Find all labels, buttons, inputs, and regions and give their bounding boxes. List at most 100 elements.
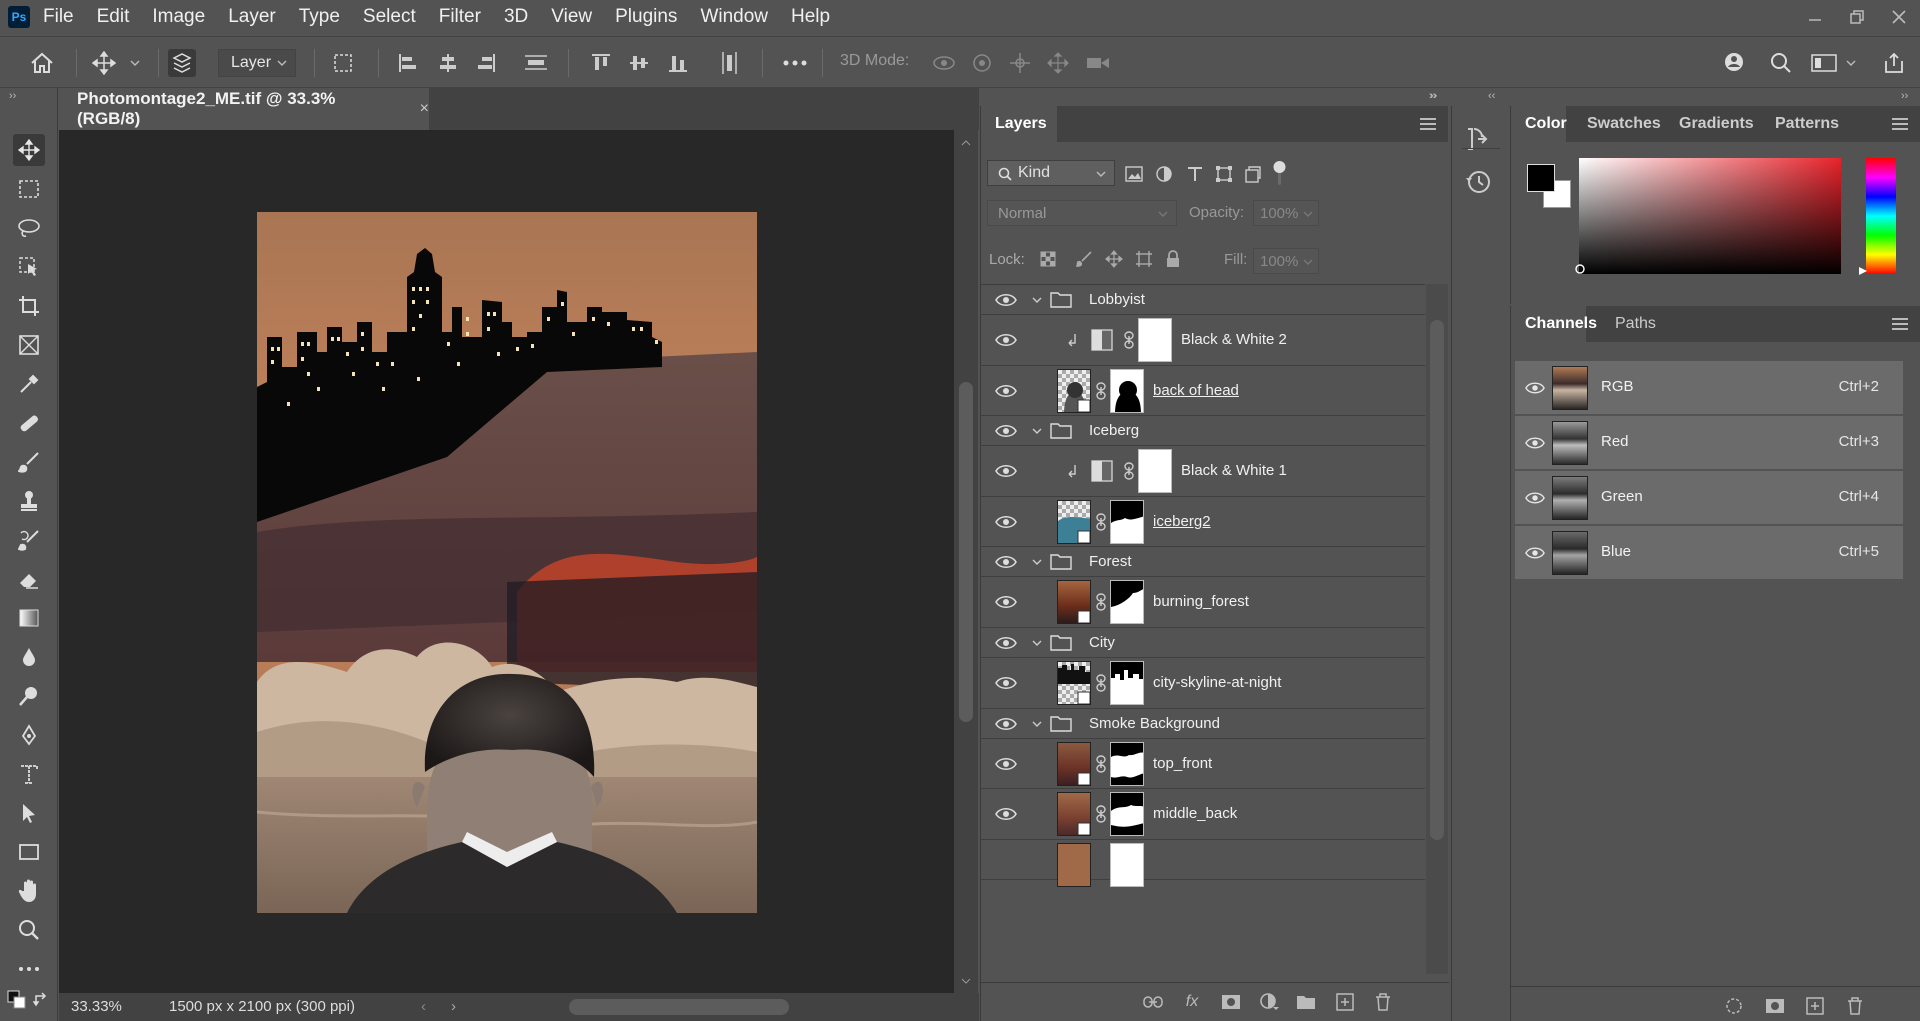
lock-image-pixels-icon[interactable] bbox=[1073, 248, 1095, 270]
foreground-color-swatch[interactable] bbox=[1527, 164, 1555, 192]
menu-help[interactable]: Help bbox=[791, 6, 830, 28]
visibility-eye-icon[interactable] bbox=[995, 636, 1017, 650]
link-icon[interactable] bbox=[1096, 593, 1106, 611]
blur-tool-icon[interactable] bbox=[13, 641, 45, 673]
layer-mask-thumbnail[interactable] bbox=[1138, 318, 1172, 362]
marquee-tool-icon[interactable] bbox=[13, 173, 45, 205]
object-selection-tool-icon[interactable] bbox=[13, 251, 45, 283]
transform-controls-icon[interactable] bbox=[329, 49, 357, 77]
menu-image[interactable]: Image bbox=[152, 6, 205, 28]
minimize-button[interactable] bbox=[1794, 2, 1836, 32]
3d-orbit-icon[interactable] bbox=[930, 49, 958, 77]
share-icon[interactable] bbox=[1880, 49, 1908, 77]
menu-select[interactable]: Select bbox=[363, 6, 416, 28]
new-group-icon[interactable] bbox=[1295, 991, 1317, 1013]
channels-panel-menu-icon[interactable] bbox=[1892, 318, 1908, 330]
dodge-tool-icon[interactable] bbox=[13, 680, 45, 712]
distribute-vertical-icon[interactable] bbox=[716, 49, 744, 77]
document-tab[interactable]: Photomontage2_ME.tif @ 33.3% (RGB/8) × bbox=[59, 88, 429, 130]
collapse-panel-icon[interactable]: ›› bbox=[1901, 90, 1908, 102]
workspace-icon[interactable] bbox=[1810, 49, 1838, 77]
new-adjustment-layer-icon[interactable] bbox=[1258, 991, 1280, 1013]
visibility-eye-icon[interactable] bbox=[995, 555, 1017, 569]
lock-transparent-pixels-icon[interactable] bbox=[1037, 248, 1059, 270]
link-icon[interactable] bbox=[1096, 382, 1106, 400]
frame-tool-icon[interactable] bbox=[13, 329, 45, 361]
tab-gradients[interactable]: Gradients bbox=[1679, 106, 1754, 142]
filter-toggle-icon[interactable] bbox=[1269, 161, 1291, 185]
layer-mask-thumbnail[interactable] bbox=[1110, 742, 1144, 786]
tab-patterns[interactable]: Patterns bbox=[1775, 106, 1839, 142]
filter-shape-icon[interactable] bbox=[1213, 163, 1235, 185]
swap-colors-icon[interactable] bbox=[30, 984, 52, 1016]
search-icon[interactable] bbox=[1767, 49, 1795, 77]
filter-smart-object-icon[interactable] bbox=[1242, 163, 1264, 185]
layer-row[interactable]: back of head bbox=[981, 366, 1425, 416]
home-icon[interactable] bbox=[28, 49, 56, 77]
restore-button[interactable] bbox=[1836, 2, 1878, 32]
layer-group-row[interactable]: Smoke Background bbox=[981, 709, 1425, 739]
visibility-eye-icon[interactable] bbox=[995, 515, 1017, 529]
layer-row[interactable]: iceberg2 bbox=[981, 497, 1425, 547]
link-layers-icon[interactable] bbox=[1142, 991, 1164, 1013]
move-tool-icon[interactable] bbox=[13, 134, 45, 166]
layer-row[interactable]: middle_back bbox=[981, 789, 1425, 840]
brush-tool-icon[interactable] bbox=[13, 446, 45, 478]
3d-camera-icon[interactable] bbox=[1084, 49, 1112, 77]
chevron-down-icon[interactable] bbox=[1031, 294, 1043, 306]
vertical-scroll-thumb[interactable] bbox=[959, 382, 973, 722]
history-brush-tool-icon[interactable] bbox=[13, 524, 45, 556]
layer-mask-thumbnail[interactable] bbox=[1110, 792, 1144, 836]
visibility-eye-icon[interactable] bbox=[995, 807, 1017, 821]
distribute-icon[interactable] bbox=[522, 49, 550, 77]
link-icon[interactable] bbox=[1124, 462, 1134, 480]
link-icon[interactable] bbox=[1096, 513, 1106, 531]
menu-3d[interactable]: 3D bbox=[504, 6, 528, 28]
3d-roll-icon[interactable] bbox=[968, 49, 996, 77]
layer-mask-thumbnail[interactable] bbox=[1110, 580, 1144, 624]
tab-paths[interactable]: Paths bbox=[1615, 306, 1656, 342]
visibility-eye-icon[interactable] bbox=[995, 595, 1017, 609]
align-top-icon[interactable] bbox=[587, 49, 615, 77]
visibility-eye-icon[interactable] bbox=[995, 424, 1017, 438]
layer-row[interactable]: top_front bbox=[981, 739, 1425, 789]
zoom-level[interactable]: 33.33% bbox=[71, 998, 122, 1015]
chevron-down-icon[interactable] bbox=[1031, 556, 1043, 568]
chevron-down-icon[interactable] bbox=[1031, 425, 1043, 437]
align-middle-icon[interactable] bbox=[625, 49, 653, 77]
menu-type[interactable]: Type bbox=[299, 6, 340, 28]
visibility-eye-icon[interactable] bbox=[995, 676, 1017, 690]
workspace-chevron-icon[interactable] bbox=[1844, 49, 1858, 77]
layer-style-fx-icon[interactable]: fx bbox=[1181, 991, 1203, 1013]
menu-window[interactable]: Window bbox=[700, 6, 768, 28]
color-field[interactable] bbox=[1575, 158, 1841, 274]
hue-slider[interactable] bbox=[1859, 158, 1896, 275]
close-window-button[interactable] bbox=[1878, 2, 1920, 32]
layer-thumbnail[interactable] bbox=[1057, 792, 1091, 836]
visibility-eye-icon[interactable] bbox=[995, 757, 1017, 771]
link-icon[interactable] bbox=[1096, 805, 1106, 823]
healing-brush-tool-icon[interactable] bbox=[13, 407, 45, 439]
link-icon[interactable] bbox=[1096, 755, 1106, 773]
channel-row-rgb[interactable]: RGB Ctrl+2 bbox=[1515, 361, 1903, 415]
layer-mask-thumbnail[interactable] bbox=[1110, 369, 1144, 413]
layer-group-row[interactable]: Lobbyist bbox=[981, 285, 1425, 315]
new-channel-icon[interactable] bbox=[1804, 995, 1826, 1017]
type-tool-icon[interactable] bbox=[13, 758, 45, 790]
color-panel-menu-icon[interactable] bbox=[1892, 118, 1908, 130]
lock-artboard-icon[interactable] bbox=[1133, 248, 1155, 270]
channel-row-green[interactable]: Green Ctrl+4 bbox=[1515, 471, 1903, 525]
3d-slide-icon[interactable] bbox=[1044, 49, 1072, 77]
hand-tool-icon[interactable] bbox=[13, 875, 45, 907]
more-options-icon[interactable] bbox=[781, 49, 809, 77]
visibility-eye-icon[interactable] bbox=[995, 384, 1017, 398]
layers-panel-menu-icon[interactable] bbox=[1420, 118, 1436, 130]
tab-swatches[interactable]: Swatches bbox=[1587, 106, 1661, 142]
close-document-icon[interactable]: × bbox=[420, 100, 429, 118]
layer-thumbnail[interactable] bbox=[1057, 661, 1091, 705]
layer-thumbnail[interactable] bbox=[1057, 742, 1091, 786]
layer-group-row[interactable]: City bbox=[981, 628, 1425, 658]
color-swatches-icon[interactable] bbox=[4, 984, 30, 1016]
align-left-icon[interactable] bbox=[394, 49, 422, 77]
lock-all-icon[interactable] bbox=[1162, 248, 1184, 270]
